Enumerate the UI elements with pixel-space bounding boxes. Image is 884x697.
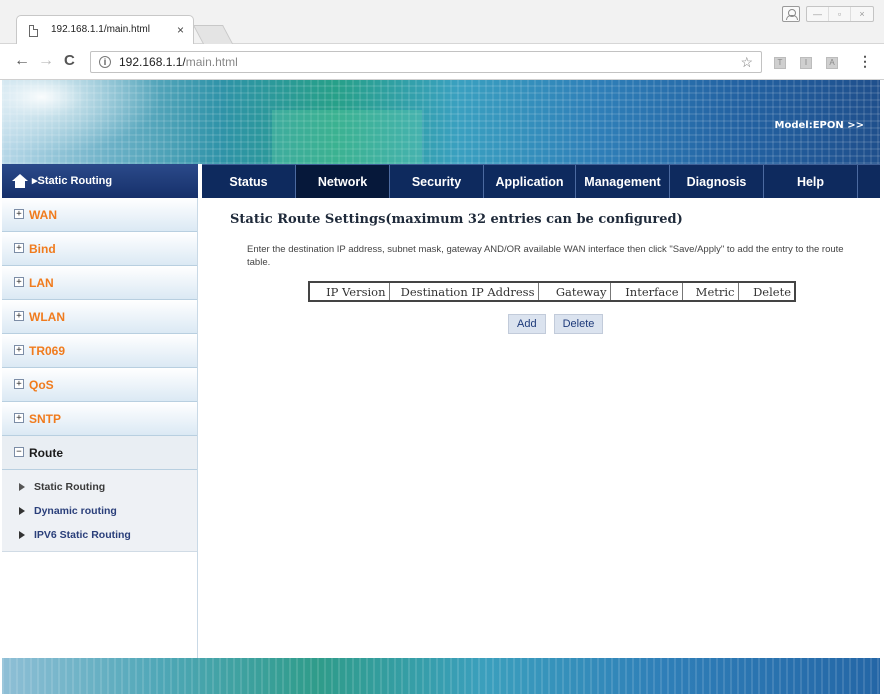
bookmark-star-icon[interactable]: ☆	[740, 54, 753, 71]
column-header-metric: Metric	[681, 281, 739, 302]
close-window-button[interactable]: ×	[851, 7, 873, 21]
banner-flare	[2, 80, 182, 164]
route-submenu: Static Routing Dynamic routing IPV6 Stat…	[2, 470, 197, 552]
sidebar-item-label: QoS	[29, 378, 54, 392]
reload-icon[interactable]: C	[64, 52, 75, 70]
column-header-delete: Delete	[737, 281, 796, 302]
submenu-label: IPV6 Static Routing	[34, 529, 131, 541]
banner-glow	[272, 110, 422, 164]
sidebar-item-label: WAN	[29, 208, 57, 222]
main-content: Static Route Settings(maximum 32 entries…	[202, 198, 880, 658]
top-navigation: Status Network Security Application Mana…	[202, 164, 880, 198]
address-bar: ← → C i 192.168.1.1/main.html ☆ T I A ⋮	[0, 44, 884, 80]
tab-close-icon[interactable]: ×	[177, 23, 184, 37]
action-buttons: Add Delete	[508, 314, 604, 334]
forward-arrow-icon[interactable]: →	[38, 52, 54, 70]
expand-icon[interactable]: +	[14, 277, 24, 287]
url-host: 192.168.1.1/	[119, 55, 186, 69]
column-header-interface: Interface	[609, 281, 683, 302]
sidebar-item-label: Bind	[29, 242, 56, 256]
sidebar-item-lan[interactable]: + LAN	[2, 266, 197, 300]
breadcrumb: ▸Static Routing	[2, 164, 198, 198]
minimize-button[interactable]: —	[807, 7, 829, 21]
maximize-button[interactable]: ▫	[829, 7, 851, 21]
page-icon	[29, 25, 38, 37]
window-controls: — ▫ ×	[782, 6, 874, 22]
browser-menu-icon[interactable]: ⋮	[858, 53, 872, 70]
table-header-row: IP Version Destination IP Address Gatewa…	[308, 281, 796, 302]
home-icon[interactable]	[12, 174, 28, 188]
page-description: Enter the destination IP address, subnet…	[247, 244, 844, 268]
sidebar-item-wan[interactable]: + WAN	[2, 198, 197, 232]
url-input[interactable]: i 192.168.1.1/main.html ☆	[90, 51, 762, 73]
expand-icon[interactable]: +	[14, 345, 24, 355]
nav-help[interactable]: Help	[764, 165, 858, 198]
submenu-label: Dynamic routing	[34, 505, 117, 517]
nav-application[interactable]: Application	[484, 165, 576, 198]
header-banner: Model:EPON >>	[2, 80, 880, 164]
nav-status[interactable]: Status	[202, 165, 296, 198]
collapse-icon[interactable]: −	[14, 447, 24, 457]
nav-security[interactable]: Security	[390, 165, 484, 198]
info-icon[interactable]: i	[99, 56, 111, 68]
sidebar-item-wlan[interactable]: + WLAN	[2, 300, 197, 334]
column-header-destination: Destination IP Address	[388, 281, 539, 302]
sidebar-item-label: LAN	[29, 276, 54, 290]
submenu-dynamic-routing[interactable]: Dynamic routing	[2, 500, 197, 524]
triangle-right-icon	[19, 507, 25, 515]
triangle-right-icon	[19, 483, 25, 491]
sidebar-item-label: SNTP	[29, 412, 62, 426]
breadcrumb-label: ▸Static Routing	[32, 175, 113, 187]
expand-icon[interactable]: +	[14, 311, 24, 321]
profile-icon[interactable]	[782, 6, 800, 22]
browser-tab[interactable]: 192.168.1.1/main.html ×	[16, 15, 194, 45]
route-table: IP Version Destination IP Address Gatewa…	[308, 281, 796, 302]
sidebar-item-route[interactable]: − Route	[2, 436, 197, 470]
delete-button[interactable]: Delete	[553, 314, 604, 334]
expand-icon[interactable]: +	[14, 379, 24, 389]
sidebar-item-qos[interactable]: + QoS	[2, 368, 197, 402]
back-arrow-icon[interactable]: ←	[14, 52, 30, 70]
sidebar-item-sntp[interactable]: + SNTP	[2, 402, 197, 436]
submenu-static-routing[interactable]: Static Routing	[2, 476, 197, 500]
tab-title: 192.168.1.1/main.html	[51, 24, 150, 35]
expand-icon[interactable]: +	[14, 413, 24, 423]
page-title: Static Route Settings(maximum 32 entries…	[230, 212, 683, 227]
sidebar-item-label: TR069	[29, 344, 66, 358]
sidebar-item-label: Route	[29, 446, 63, 460]
browser-titlebar: 192.168.1.1/main.html × — ▫ ×	[0, 0, 884, 45]
expand-icon[interactable]: +	[14, 209, 24, 219]
extension-icon-3[interactable]: A	[826, 57, 838, 69]
sidebar-item-label: WLAN	[29, 310, 65, 324]
footer-banner	[2, 658, 880, 694]
url-path: main.html	[185, 55, 238, 69]
submenu-ipv6-static-routing[interactable]: IPV6 Static Routing	[2, 524, 197, 548]
nav-network[interactable]: Network	[296, 165, 390, 198]
triangle-right-icon	[19, 531, 25, 539]
submenu-label: Static Routing	[34, 481, 106, 493]
extension-icon-1[interactable]: T	[774, 57, 786, 69]
column-header-gateway: Gateway	[537, 281, 611, 302]
expand-icon[interactable]: +	[14, 243, 24, 253]
add-button[interactable]: Add	[508, 314, 546, 334]
sidebar-item-bind[interactable]: + Bind	[2, 232, 197, 266]
new-tab-button[interactable]	[192, 25, 234, 44]
nav-management[interactable]: Management	[576, 165, 670, 198]
url-text: 192.168.1.1/main.html	[119, 55, 238, 69]
nav-diagnosis[interactable]: Diagnosis	[670, 165, 764, 198]
sidebar: + WAN + Bind + LAN + WLAN + TR069 + QoS …	[2, 198, 198, 658]
router-page: Model:EPON >> ▸Static Routing Status Net…	[2, 80, 880, 697]
column-header-ip-version: IP Version	[308, 281, 390, 302]
model-label: Model:EPON >>	[774, 120, 864, 131]
sidebar-item-tr069[interactable]: + TR069	[2, 334, 197, 368]
extension-icon-2[interactable]: I	[800, 57, 812, 69]
